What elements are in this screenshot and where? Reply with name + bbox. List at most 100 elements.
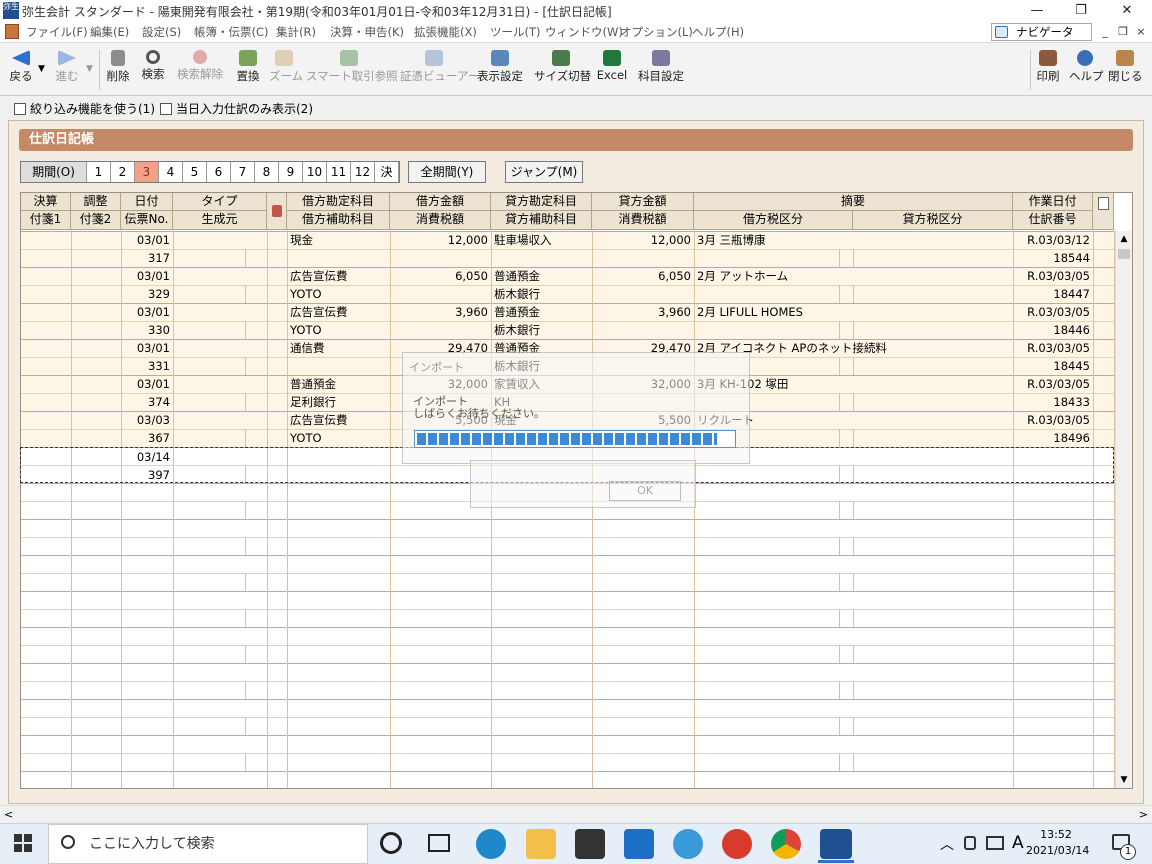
menu-item[interactable]: 決算・申告(K)	[330, 24, 404, 40]
help-button[interactable]: ヘルプ	[1069, 46, 1104, 92]
date-cell[interactable]: 03/01	[121, 267, 173, 285]
close-book-button[interactable]: 閉じる	[1108, 46, 1143, 92]
date-cell[interactable]: 03/03	[121, 411, 173, 429]
cortana-icon[interactable]	[380, 832, 402, 854]
back-dropdown-icon[interactable]: ▼	[38, 64, 45, 74]
debit-account-cell[interactable]	[287, 448, 390, 466]
debit-account-cell[interactable]: 広告宣伝費	[287, 411, 390, 429]
credit-amount-cell[interactable]: 6,050	[592, 267, 694, 285]
account-settings-button[interactable]: 科目設定	[636, 46, 686, 92]
header-5[interactable]: 借方金額	[390, 193, 491, 211]
forward-dropdown-icon[interactable]: ▼	[86, 64, 93, 74]
header-6[interactable]: 貸方勘定科目	[491, 193, 592, 211]
jump-button[interactable]: ジャンプ(M)	[505, 161, 583, 183]
zoom-button[interactable]: ズーム	[269, 46, 303, 92]
table-row[interactable]: 03/01 329 広告宣伝費 YOTO 6,050 普通預金 栃木銀行 6,050 2月 アッ…	[21, 267, 1114, 303]
meeting-icon[interactable]	[964, 836, 976, 850]
tray-chevron-icon[interactable]: ︿	[940, 834, 954, 854]
header-8[interactable]: 摘要	[694, 193, 1013, 211]
scroll-right-icon[interactable]: >	[1139, 808, 1148, 821]
debit-account-cell[interactable]: 広告宣伝費	[287, 303, 390, 321]
display-settings-button[interactable]: 表示設定	[475, 46, 525, 92]
network-icon[interactable]	[986, 836, 1004, 850]
search-clear-button[interactable]: 検索解除	[175, 46, 225, 92]
period-month-1[interactable]: 1	[87, 162, 111, 182]
work-date-cell[interactable]	[1013, 448, 1093, 466]
memo-cell[interactable]: 2月 LIFULL HOMES	[694, 303, 1013, 321]
subheader-8[interactable]: 借方税区分	[694, 211, 853, 230]
all-period-button[interactable]: 全期間(Y)	[408, 161, 486, 183]
journal-number-cell[interactable]	[1013, 466, 1093, 484]
today-only-checkbox[interactable]: 当日入力仕訳のみ表示(2)	[160, 100, 313, 116]
delete-button[interactable]: 削除	[104, 46, 132, 92]
debit-sub-account-cell[interactable]: 足利銀行	[287, 393, 390, 411]
period-month-11[interactable]: 11	[327, 162, 351, 182]
task-view-icon[interactable]	[428, 834, 450, 852]
header-0[interactable]: 決算	[21, 193, 71, 211]
debit-sub-account-cell[interactable]: YOTO	[287, 429, 390, 447]
date-cell[interactable]: 03/01	[121, 303, 173, 321]
menu-item[interactable]: 編集(E)	[90, 24, 129, 40]
debit-sub-account-cell[interactable]: YOTO	[287, 321, 390, 339]
smart-transaction-button[interactable]: スマート取引参照	[306, 46, 398, 92]
replace-button[interactable]: 置換	[234, 46, 262, 92]
menu-item[interactable]: 集計(R)	[276, 24, 316, 40]
ie-icon[interactable]	[673, 829, 703, 859]
journal-number-cell[interactable]: 18496	[1013, 429, 1093, 447]
period-month-12[interactable]: 12	[351, 162, 375, 182]
subheader-7[interactable]: 消費税額	[592, 211, 694, 230]
work-date-cell[interactable]: R.03/03/05	[1013, 339, 1093, 357]
voucher-no-cell[interactable]: 329	[121, 285, 173, 303]
memo-cell[interactable]: 3月 三瓶博康	[694, 231, 1013, 249]
taskbar-search-input[interactable]: ここに入力して検索	[48, 824, 368, 864]
voucher-no-cell[interactable]: 397	[121, 466, 173, 484]
menu-item[interactable]: ヘルプ(H)	[692, 24, 744, 40]
navigator-button[interactable]: ナビゲータ	[991, 23, 1092, 41]
menu-item[interactable]: ファイル(F)	[26, 24, 88, 40]
debit-sub-account-cell[interactable]	[287, 357, 390, 375]
forward-button[interactable]: 進む	[52, 46, 82, 92]
period-month-3[interactable]: 3	[135, 162, 159, 182]
mdi-restore-button[interactable]: ❐	[1116, 25, 1130, 39]
edge-icon[interactable]	[476, 829, 506, 859]
voucher-no-cell[interactable]: 331	[121, 357, 173, 375]
table-row[interactable]: 03/01 317 現金 12,000 駐車場収入 12,000 3月 三瓶博康 R.03/0…	[21, 231, 1114, 267]
mdi-minimize-button[interactable]: _	[1098, 25, 1112, 39]
table-row[interactable]: 03/01 330 広告宣伝費 YOTO 3,960 普通預金 栃木銀行 3,960 2月 LI…	[21, 303, 1114, 339]
debit-sub-account-cell[interactable]: YOTO	[287, 285, 390, 303]
voucher-no-cell[interactable]: 330	[121, 321, 173, 339]
credit-sub-account-cell[interactable]: 栃木銀行	[491, 285, 592, 303]
date-cell[interactable]: 03/01	[121, 339, 173, 357]
debit-amount-cell[interactable]: 3,960	[390, 303, 491, 321]
voucher-no-cell[interactable]: 374	[121, 393, 173, 411]
menu-item[interactable]: 帳簿・伝票(C)	[194, 24, 269, 40]
period-month-5[interactable]: 5	[183, 162, 207, 182]
header-1[interactable]: 調整	[71, 193, 121, 211]
document-icon[interactable]	[5, 24, 19, 39]
menu-item[interactable]: オプション(L)	[620, 24, 693, 40]
date-cell[interactable]: 03/14	[121, 448, 173, 466]
scroll-left-icon[interactable]: <	[4, 808, 13, 821]
debit-account-cell[interactable]: 現金	[287, 231, 390, 249]
date-cell[interactable]: 03/01	[121, 375, 173, 393]
memo-icon[interactable]	[1098, 197, 1109, 210]
subheader-0[interactable]: 付箋1	[21, 211, 71, 230]
period-month-8[interactable]: 8	[255, 162, 279, 182]
excel-button[interactable]: Excel	[596, 46, 628, 92]
period-month-4[interactable]: 4	[159, 162, 183, 182]
period-month-2[interactable]: 2	[111, 162, 135, 182]
debit-account-cell[interactable]: 通信費	[287, 339, 390, 357]
credit-account-cell[interactable]: 普通預金	[491, 267, 592, 285]
subheader-10[interactable]: 仕訳番号	[1013, 211, 1093, 230]
work-date-cell[interactable]: R.03/03/05	[1013, 303, 1093, 321]
print-button[interactable]: 印刷	[1034, 46, 1062, 92]
chrome-icon[interactable]	[771, 829, 801, 859]
journal-number-cell[interactable]: 18447	[1013, 285, 1093, 303]
period-month-7[interactable]: 7	[231, 162, 255, 182]
scroll-up-icon[interactable]: ▲	[1116, 231, 1132, 247]
header-2[interactable]: 日付	[121, 193, 173, 211]
debit-account-cell[interactable]: 広告宣伝費	[287, 267, 390, 285]
menu-item[interactable]: ウィンドウ(W)	[545, 24, 623, 40]
menu-item[interactable]: 設定(S)	[142, 24, 181, 40]
size-switch-button[interactable]: サイズ切替	[534, 46, 591, 92]
